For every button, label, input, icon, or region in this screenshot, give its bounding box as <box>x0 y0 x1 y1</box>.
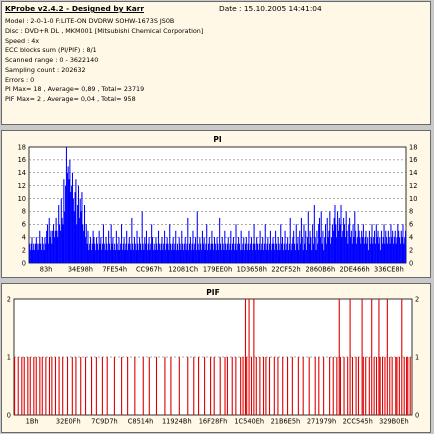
info-line-pif-summary: PIF Max= 2 , Average= 0,04 , Total= 958 <box>5 95 136 103</box>
info-line-model: Model : 2-0-1-0 F:LITE-ON DVDRW SOHW-167… <box>5 17 175 25</box>
y-tick-label-left: 14 <box>18 169 26 177</box>
info-line-speed: Speed : 4x <box>5 36 40 45</box>
y-tick-label-right: 10 <box>409 195 417 203</box>
y-tick-label-right: 16 <box>409 156 417 164</box>
y-tick-label-right: 2 <box>409 246 413 254</box>
info-panel: KProbe v2.4.2 - Designed by Karr Date : … <box>1 1 431 125</box>
y-tick-label-right: 0 <box>415 411 419 419</box>
chart-title: PI <box>213 135 221 144</box>
x-tick-label: 32E0Fh <box>56 418 81 426</box>
x-tick-label: C8514h <box>128 418 154 426</box>
y-tick-label-right: 2 <box>415 295 419 303</box>
info-line-errors: Errors : 0 <box>5 75 35 84</box>
y-tick-label-left: 8 <box>22 208 26 216</box>
y-tick-label-right: 0 <box>409 259 413 267</box>
x-tick-label: 83h <box>40 266 53 274</box>
x-tick-label: CC967h <box>136 266 162 274</box>
y-tick-label-right: 1 <box>415 353 419 361</box>
y-tick-label-left: 2 <box>7 295 11 303</box>
info-line-ecc: ECC blocks sum (PI/PIF) : 8/1 <box>5 46 97 55</box>
pi-chart-panel: PI 0 0 2 2 4 4 6 6 8 8 10 10 12 12 14 14 16 16 18 18 83h 34E98… <box>1 130 431 278</box>
y-tick-label-right: 8 <box>409 208 413 216</box>
x-tick-label: 2DE466h <box>339 266 369 274</box>
x-tick-label: 2CC545h <box>343 418 373 426</box>
info-line-range: Scanned range : 0 - 3622140 <box>5 56 99 64</box>
chart-title: PIF <box>206 288 219 297</box>
scan-date: Date : 15.10.2005 14:41:04 <box>219 4 322 13</box>
x-tick-label: 1D3658h <box>237 266 267 274</box>
pif-chart: PIF 0 0 1 1 2 2 1Bh 32E0Fh 7C9D7h C8514h 11924Bh 16F… <box>7 288 419 426</box>
x-tick-label: 179EE0h <box>203 266 232 274</box>
y-tick-label-left: 10 <box>18 195 26 203</box>
app-title: KProbe v2.4.2 - Designed by Karr <box>5 4 145 13</box>
pi-chart: PI 0 0 2 2 4 4 6 6 8 8 10 10 12 12 14 14 16 16 18 18 83h 34E98… <box>18 135 418 274</box>
x-tick-label: 329B0Eh <box>379 418 409 426</box>
info-line-disc: Disc : DVD+R DL , MKM001 [Mitsubishi Che… <box>5 26 204 35</box>
info-lines: Model : 2-0-1-0 F:LITE-ON DVDRW SOHW-167… <box>5 17 203 105</box>
y-tick-label-left: 18 <box>18 143 26 151</box>
y-tick-label-right: 14 <box>409 169 417 177</box>
y-tick-label-right: 6 <box>409 221 413 229</box>
info-line-sampling: Sampling count : 202632 <box>5 65 86 74</box>
x-tick-label: 1C540Eh <box>234 418 264 426</box>
y-tick-label-left: 0 <box>7 411 11 419</box>
y-tick-label-left: 0 <box>22 259 26 267</box>
x-tick-label: 22CF52h <box>271 266 300 274</box>
x-tick-label: 2860B6h <box>305 266 335 274</box>
y-tick-label-left: 4 <box>22 234 26 242</box>
x-tick-label: 7C9D7h <box>91 418 117 426</box>
x-tick-label: 1Bh <box>26 418 39 426</box>
y-tick-label-left: 2 <box>22 246 26 254</box>
y-tick-label-left: 6 <box>22 221 26 229</box>
x-tick-label: 34E98h <box>68 266 93 274</box>
pif-chart-panel: PIF 0 0 1 1 2 2 1Bh 32E0Fh 7C9D7h C8514h 11924Bh 16F… <box>1 283 431 433</box>
y-tick-label-right: 12 <box>409 182 417 190</box>
info-line-pi-summary: PI Max= 18 , Average= 0,89 , Total= 2371… <box>5 85 145 94</box>
y-tick-label-left: 1 <box>7 353 11 361</box>
y-tick-label-right: 18 <box>409 143 417 151</box>
x-tick-label: 271979h <box>307 418 336 426</box>
x-tick-label: 7FE54h <box>102 266 127 274</box>
x-tick-label: 16F28Fh <box>199 418 228 426</box>
x-tick-label: 336CE8h <box>374 266 404 274</box>
y-tick-label-left: 12 <box>18 182 26 190</box>
x-tick-label: 21B6E5h <box>271 418 301 426</box>
y-tick-label-left: 16 <box>18 156 26 164</box>
x-tick-label: 12081Ch <box>168 266 198 274</box>
x-tick-label: 11924Bh <box>162 418 192 426</box>
y-tick-label-right: 4 <box>409 234 413 242</box>
